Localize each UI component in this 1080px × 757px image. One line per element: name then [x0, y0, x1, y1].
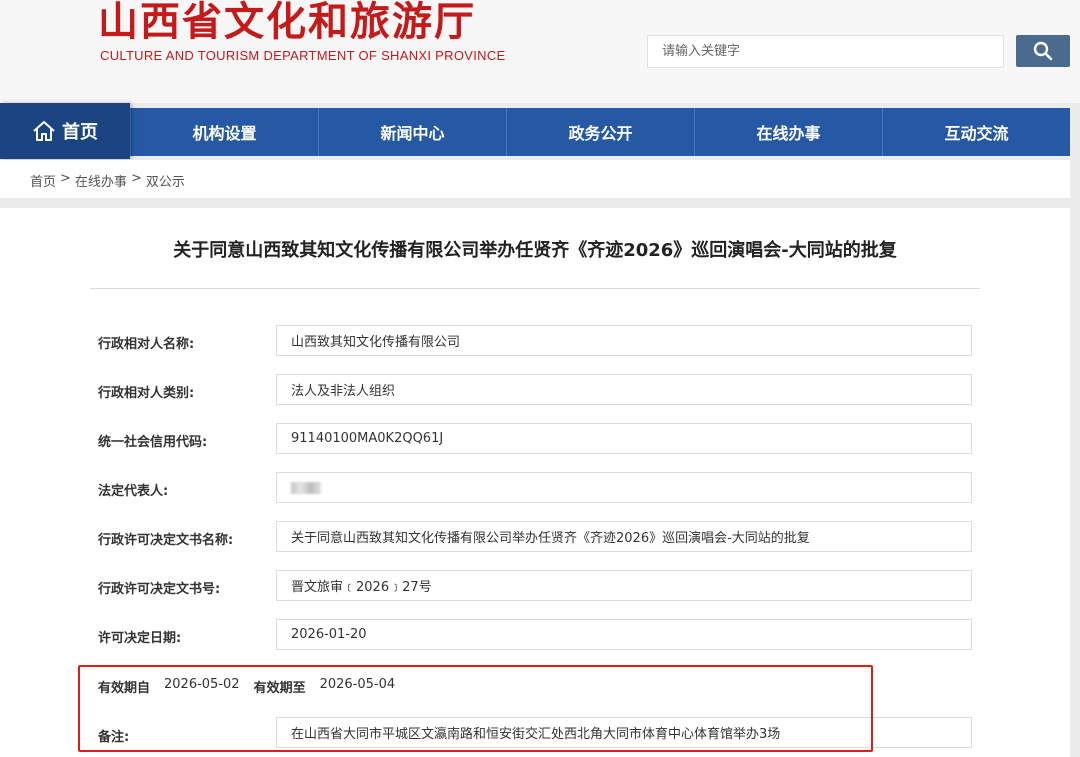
field-value-remark: 在山西省大同市平城区文瀛南路和恒安街交汇处西北角大同市体育中心体育馆举办3场 [276, 717, 972, 748]
valid-to-label: 有效期至 [253, 681, 306, 696]
field-label-party-type: 行政相对人类别: [98, 386, 195, 401]
nav-item-online-services[interactable]: 在线办事 [694, 108, 882, 156]
search-icon [1033, 41, 1053, 61]
site-logo-subtitle: CULTURE AND TOURISM DEPARTMENT OF SHANXI… [100, 48, 506, 63]
site-logo-title[interactable]: 山西省文化和旅游厅 [98, 0, 476, 46]
field-label-remark: 备注: [98, 730, 130, 745]
nav-item-interaction[interactable]: 互动交流 [882, 108, 1070, 156]
main-nav: 首页 机构设置 新闻中心 政务公开 在线办事 互动交流 [0, 103, 1070, 159]
field-value-decision-doc-name: 关于同意山西致其知文化传播有限公司举办任贤齐《齐迹2026》巡回演唱会-大同站的… [276, 521, 972, 552]
validity-period: 有效期自 2026-05-02 有效期至 2026-05-04 [98, 677, 395, 696]
breadcrumb-home[interactable]: 首页 [30, 171, 56, 190]
breadcrumb-online-services[interactable]: 在线办事 [75, 171, 127, 190]
valid-to-value: 2026-05-04 [319, 677, 396, 692]
breadcrumb: 首页 > 在线办事 > 双公示 [30, 171, 185, 190]
field-label-decision-doc-name: 行政许可决定文书名称: [98, 533, 234, 548]
nav-item-news[interactable]: 新闻中心 [318, 108, 506, 156]
field-value-decision-doc-no: 晋文旅审﹝2026﹞27号 [276, 570, 972, 601]
title-divider [90, 288, 980, 289]
home-icon [33, 121, 55, 141]
breadcrumb-double-publicity[interactable]: 双公示 [146, 171, 185, 190]
field-label-decision-date: 许可决定日期: [98, 631, 182, 646]
search-button[interactable] [1016, 35, 1070, 67]
document-panel: 关于同意山西致其知文化传播有限公司举办任贤齐《齐迹2026》巡回演唱会-大同站的… [0, 208, 1070, 757]
site-header: 山西省文化和旅游厅 CULTURE AND TOURISM DEPARTMENT… [0, 0, 1080, 103]
redacted-name-mask [291, 481, 321, 494]
search-input[interactable] [647, 35, 1004, 68]
breadcrumb-separator: > [130, 171, 142, 186]
field-label-credit-code: 统一社会信用代码: [98, 435, 208, 450]
document-title: 关于同意山西致其知文化传播有限公司举办任贤齐《齐迹2026》巡回演唱会-大同站的… [173, 240, 897, 261]
field-label-legal-rep: 法定代表人: [98, 484, 169, 499]
field-value-decision-date: 2026-01-20 [276, 619, 972, 650]
field-value-credit-code: 91140100MA0K2QQ61J [276, 423, 972, 454]
valid-from-label: 有效期自 [98, 681, 151, 696]
breadcrumb-separator: > [60, 171, 71, 186]
field-value-party-type: 法人及非法人组织 [276, 374, 972, 405]
nav-item-government-affairs[interactable]: 政务公开 [506, 108, 694, 156]
nav-item-organization[interactable]: 机构设置 [130, 108, 318, 156]
breadcrumb-bar: 首页 > 在线办事 > 双公示 [0, 160, 1070, 198]
valid-from-value: 2026-05-02 [164, 677, 240, 692]
field-value-party-name: 山西致其知文化传播有限公司 [276, 325, 972, 356]
field-value-legal-rep [276, 472, 972, 503]
nav-home-label: 首页 [62, 122, 98, 143]
field-label-party-name: 行政相对人名称: [98, 337, 195, 352]
field-label-decision-doc-no: 行政许可决定文书号: [98, 582, 221, 597]
nav-home[interactable]: 首页 [0, 103, 130, 159]
